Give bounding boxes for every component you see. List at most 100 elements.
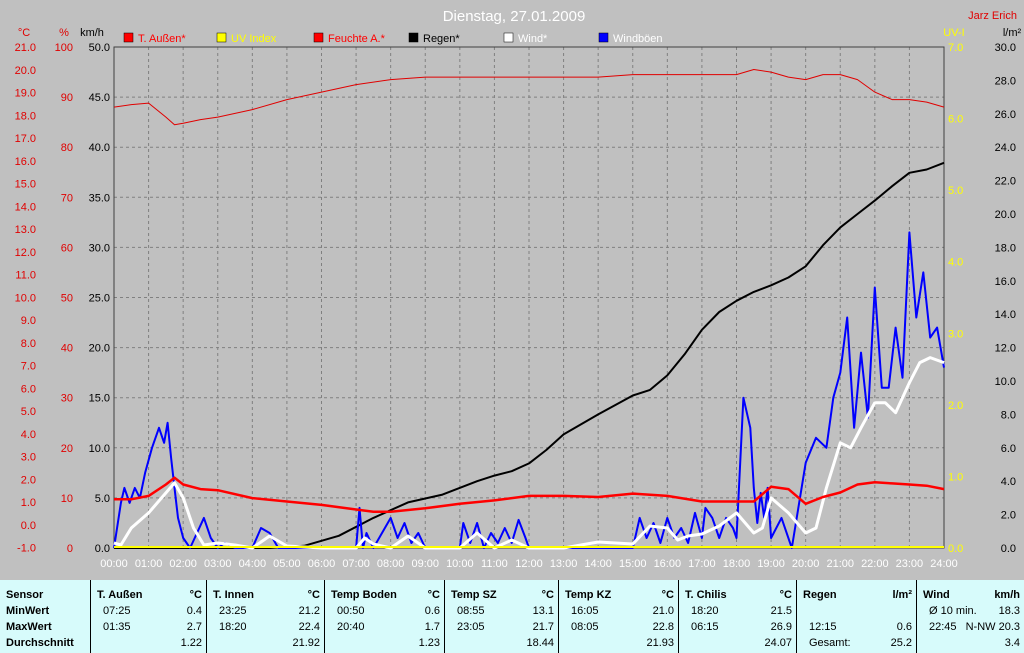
legend-label: Regen* [423, 33, 460, 45]
rain-tick-label: 0.0 [1001, 543, 1016, 555]
stats-column: Temp SZ °C 08:55 13.1 23:05 21.7 18.44 [444, 580, 558, 653]
wind-tick-label: 20.0 [89, 343, 110, 355]
rain-tick-label: 14.0 [995, 309, 1016, 321]
wind-tick-label: 35.0 [89, 192, 110, 204]
time-tick-label: 11:00 [481, 558, 508, 570]
stats-value: 0.6 [896, 621, 912, 633]
stats-column: Temp KZ °C 16:05 21.0 08:05 22.8 21.93 [558, 580, 678, 653]
temp-tick-label: 6.0 [21, 383, 36, 395]
time-tick-label: 12:00 [515, 558, 543, 570]
temp-tick-label: 19.0 [15, 88, 36, 100]
time-tick-label: 10:00 [446, 558, 474, 570]
stats-value: 0.4 [186, 605, 202, 617]
stats-value: 24.07 [764, 637, 792, 649]
stats-value: 13.1 [532, 605, 554, 617]
temp-unit-label: °C [18, 27, 30, 39]
time-tick-label: 17:00 [688, 558, 716, 570]
stats-header: Temp Boden [331, 589, 397, 601]
stats-time: 18:20 [691, 605, 719, 617]
humidity-tick-label: 0 [67, 543, 73, 555]
time-tick-label: 05:00 [273, 558, 301, 570]
wind-tick-label: 30.0 [89, 242, 110, 254]
chart-title: Dienstag, 27.01.2009 [443, 8, 586, 25]
humidity-tick-label: 30 [61, 393, 73, 405]
rain-tick-label: 26.0 [995, 109, 1016, 121]
stats-value: 21.5 [770, 605, 792, 617]
temp-tick-label: 3.0 [21, 452, 36, 464]
temp-tick-label: 12.0 [15, 247, 36, 259]
time-tick-label: 19:00 [757, 558, 785, 570]
humidity-tick-label: 90 [61, 92, 73, 104]
humidity-tick-label: 60 [61, 242, 73, 254]
wind-unit-label: km/h [80, 27, 104, 39]
uv-tick-label: 6.0 [948, 114, 963, 126]
humidity-tick-label: 40 [61, 343, 73, 355]
stats-value: 2.7 [186, 621, 202, 633]
stats-header: Regen [803, 589, 837, 601]
wind-tick-label: 15.0 [89, 393, 110, 405]
uv-tick-label: 3.0 [948, 328, 963, 340]
wind-tick-label: 0.0 [95, 543, 110, 555]
wind-tick-label: 45.0 [89, 92, 110, 104]
stats-row-label: MinWert [6, 605, 50, 617]
uv-tick-label: 4.0 [948, 257, 963, 269]
stats-time: Gesamt: [809, 637, 851, 649]
time-axis: 00:00 01:00 02:00 03:00 04:00 05:00 06:00 07:00… [100, 558, 958, 570]
rain-tick-label: 4.0 [1001, 476, 1016, 488]
temp-tick-label: 21.0 [15, 42, 36, 54]
stats-column: Regen l/m² 12:15 0.6 Gesamt: 25.2 [796, 580, 916, 653]
legend-swatch [216, 32, 227, 43]
wind-tick-label: 10.0 [89, 443, 110, 455]
stats-time: 18:20 [219, 621, 247, 633]
time-tick-label: 16:00 [654, 558, 682, 570]
uv-tick-label: 5.0 [948, 185, 963, 197]
stats-value: 22.4 [298, 621, 320, 633]
stats-unit: °C [189, 589, 202, 601]
stats-value: 21.92 [292, 637, 320, 649]
time-tick-label: 20:00 [792, 558, 820, 570]
stats-header: T. Außen [97, 589, 143, 601]
uv-unit-label: UV-I [943, 27, 964, 39]
stats-column: Wind km/h Ø 10 min. 18.3 22:45 N-NW 20.3 3.4 [916, 580, 1024, 653]
time-tick-label: 00:00 [100, 558, 128, 570]
stats-header: Temp KZ [565, 589, 612, 601]
wind-tick-label: 25.0 [89, 293, 110, 305]
stats-value: 21.7 [532, 621, 554, 633]
stats-time: 00:50 [337, 605, 365, 617]
stats-header: Temp SZ [451, 589, 497, 601]
stats-time: 23:25 [219, 605, 247, 617]
rain-tick-label: 8.0 [1001, 409, 1016, 421]
stats-value: 26.9 [770, 621, 792, 633]
time-tick-label: 13:00 [550, 558, 578, 570]
legend-swatch [503, 32, 514, 43]
temp-tick-label: 17.0 [15, 133, 36, 145]
stats-column: T. Außen °C 07:25 0.4 01:35 2.7 1.22 [90, 580, 206, 653]
temp-tick-label: 20.0 [15, 65, 36, 77]
time-tick-label: 21:00 [826, 558, 854, 570]
stats-time: 06:15 [691, 621, 719, 633]
time-tick-label: 07:00 [342, 558, 370, 570]
stats-header: Sensor [6, 589, 44, 601]
temp-tick-label: 14.0 [15, 201, 36, 213]
stats-value: 22.8 [652, 621, 674, 633]
stats-time: 01:35 [103, 621, 131, 633]
temp-tick-label: 8.0 [21, 338, 36, 350]
stats-unit: °C [307, 589, 320, 601]
weather-chart: Dienstag, 27.01.2009 Jarz Erich T. Außen… [0, 0, 1024, 580]
rain-tick-label: 24.0 [995, 142, 1016, 154]
stats-header: T. Chilis [685, 589, 727, 601]
temp-tick-label: 4.0 [21, 429, 36, 441]
time-tick-label: 09:00 [411, 558, 439, 570]
time-tick-label: 08:00 [377, 558, 405, 570]
stats-time: 08:55 [457, 605, 485, 617]
rain-tick-label: 18.0 [995, 242, 1016, 254]
rain-tick-label: 12.0 [995, 343, 1016, 355]
legend-label: T. Außen* [138, 33, 186, 45]
temp-tick-label: 7.0 [21, 361, 36, 373]
uv-tick-label: 0.0 [948, 543, 963, 555]
legend-swatch [123, 32, 134, 43]
time-tick-label: 14:00 [584, 558, 612, 570]
time-tick-label: 06:00 [308, 558, 336, 570]
temp-tick-label: -1.0 [17, 543, 36, 555]
time-tick-label: 02:00 [169, 558, 197, 570]
